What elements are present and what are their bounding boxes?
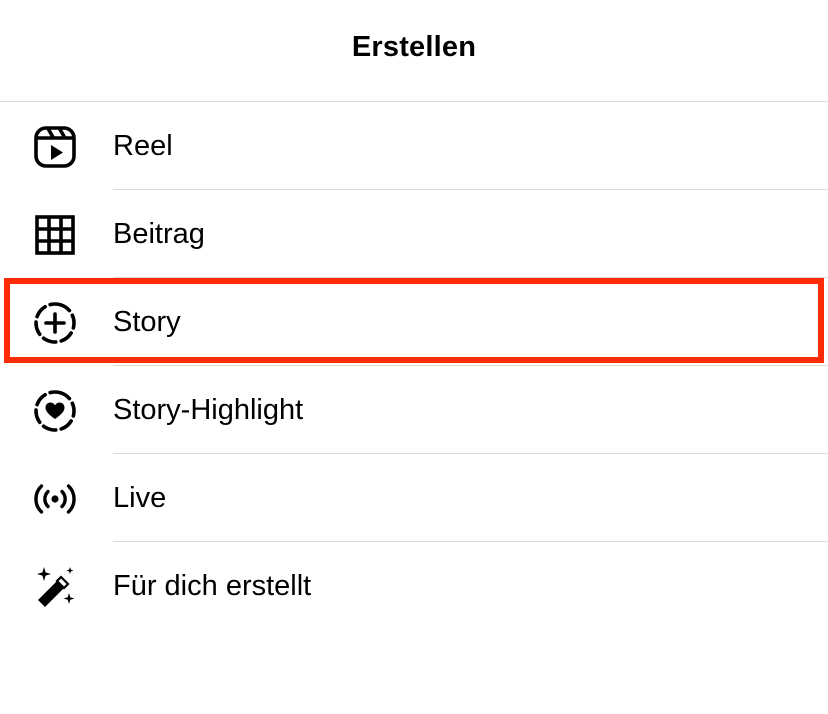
page-title: Erstellen: [351, 31, 477, 63]
menu-item-story-highlight[interactable]: Story-Highlight: [0, 366, 828, 454]
menu-item-fuer-dich-erstellt[interactable]: Für dich erstellt: [0, 542, 828, 630]
story-add-icon: [32, 300, 78, 346]
menu-item-label: Story-Highlight: [113, 394, 304, 426]
create-menu: Reel Beitrag Story Story-Highlight Live …: [0, 102, 828, 630]
story-highlight-heart-icon: [32, 388, 78, 434]
menu-item-live[interactable]: Live: [0, 454, 828, 542]
menu-item-story[interactable]: Story: [0, 278, 828, 366]
header: Erstellen: [0, 0, 828, 102]
grid-icon: [32, 212, 78, 258]
menu-item-label: Beitrag: [113, 218, 205, 250]
reel-icon: [32, 124, 78, 170]
live-broadcast-icon: [32, 476, 78, 522]
menu-item-label: Story: [113, 306, 181, 338]
menu-item-reel[interactable]: Reel: [0, 102, 828, 190]
menu-item-beitrag[interactable]: Beitrag: [0, 190, 828, 278]
menu-item-label: Für dich erstellt: [113, 570, 312, 602]
menu-item-label: Reel: [113, 130, 173, 162]
menu-item-label: Live: [113, 482, 167, 514]
magic-wand-icon: [32, 564, 78, 610]
